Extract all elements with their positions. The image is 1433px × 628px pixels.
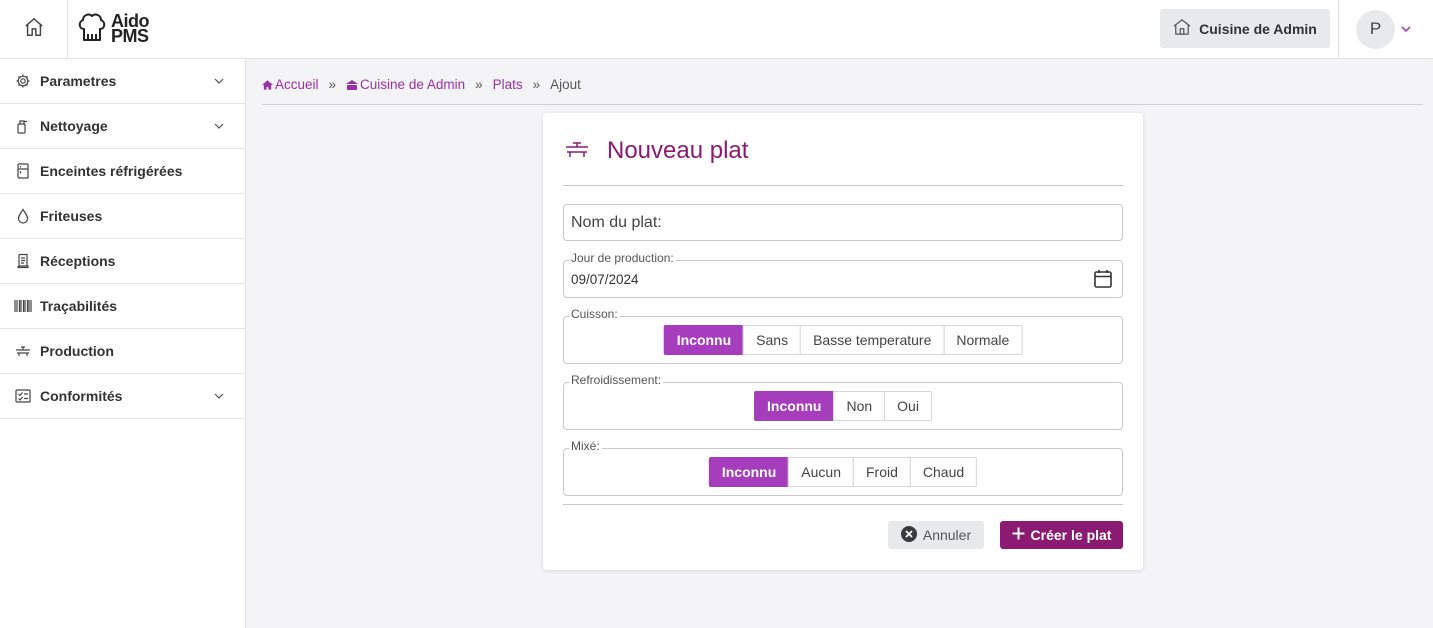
mixe-option-inconnu[interactable]: Inconnu <box>708 457 790 487</box>
house-icon <box>1173 19 1191 38</box>
sidebar-item-tracabilites[interactable]: Traçabilités <box>0 284 245 329</box>
checklist-icon <box>14 387 32 405</box>
dish-icon <box>14 342 32 360</box>
sidebar-item-production[interactable]: Production <box>0 329 245 374</box>
breadcrumb-cuisine[interactable]: Cuisine de Admin <box>346 77 465 92</box>
divider <box>563 185 1123 186</box>
mixe-option-aucun[interactable]: Aucun <box>788 457 854 487</box>
refroidissement-button-group: Inconnu Non Oui <box>754 391 932 421</box>
sidebar-item-parametres[interactable]: Parametres <box>0 59 245 104</box>
cuisson-option-normale[interactable]: Normale <box>943 325 1023 355</box>
sidebar-item-label: Conformités <box>40 388 123 404</box>
plus-icon <box>1012 527 1025 543</box>
home-icon <box>23 16 45 43</box>
breadcrumb-plats[interactable]: Plats <box>493 77 523 92</box>
breadcrumb: Accueil » Cuisine de Admin » Plats » Ajo… <box>262 77 581 92</box>
sidebar-item-label: Réceptions <box>40 253 116 269</box>
sidebar: Parametres Nettoyage Enceintes réfrigéré… <box>0 59 246 628</box>
chevron-down-icon <box>213 120 225 132</box>
production-date-field[interactable]: Jour de production: 09/07/2024 <box>563 251 1123 298</box>
kitchen-icon <box>346 79 359 90</box>
cuisson-option-basse-temperature[interactable]: Basse temperature <box>800 325 945 355</box>
user-initial: P <box>1369 19 1382 38</box>
date-value: 09/07/2024 <box>571 272 639 287</box>
cancel-label: Annuler <box>922 527 972 543</box>
field-label: Cuisson: <box>569 307 620 321</box>
breadcrumb-separator: » <box>475 77 483 92</box>
divider <box>563 504 1123 505</box>
field-label: Jour de production: <box>569 251 676 265</box>
mixe-button-group: Inconnu Aucun Froid Chaud <box>708 457 978 487</box>
breadcrumb-accueil[interactable]: Accueil <box>262 77 319 92</box>
breadcrumb-current: Ajout <box>550 77 581 92</box>
divider <box>262 104 1423 105</box>
refroidissement-option-oui[interactable]: Oui <box>884 391 932 421</box>
dish-name-input[interactable] <box>563 204 1123 241</box>
refroidissement-field: Refroidissement: Inconnu Non Oui <box>563 373 1123 430</box>
cancel-button[interactable]: Annuler <box>888 521 984 549</box>
home-button[interactable] <box>0 0 68 58</box>
sidebar-item-conformites[interactable]: Conformités <box>0 374 245 419</box>
mixe-field: Mixé: Inconnu Aucun Froid Chaud <box>563 439 1123 496</box>
breadcrumb-label: Cuisine de Admin <box>360 77 466 92</box>
mixe-option-froid[interactable]: Froid <box>852 457 911 487</box>
logo-text: Aido PMS <box>111 12 150 46</box>
breadcrumb-label: Plats <box>492 77 523 92</box>
sidebar-item-nettoyage[interactable]: Nettoyage <box>0 104 245 149</box>
field-label: Refroidissement: <box>569 373 664 387</box>
refroidissement-option-non[interactable]: Non <box>833 391 886 421</box>
gear-icon <box>14 72 32 90</box>
breadcrumb-separator: » <box>328 77 337 92</box>
kitchen-selector-button[interactable]: Cuisine de Admin <box>1160 9 1330 48</box>
oil-drop-icon <box>14 207 32 225</box>
user-menu[interactable]: P <box>1338 0 1433 58</box>
app-logo[interactable]: Aido PMS <box>77 11 150 48</box>
cuisson-option-inconnu[interactable]: Inconnu <box>663 325 745 355</box>
receipt-icon <box>14 252 32 270</box>
logo-line-2: PMS <box>111 26 149 46</box>
sidebar-item-enceintes[interactable]: Enceintes réfrigérées <box>0 149 245 194</box>
fridge-icon <box>14 162 32 180</box>
sidebar-item-label: Traçabilités <box>40 298 118 314</box>
refroidissement-option-inconnu[interactable]: Inconnu <box>754 391 835 421</box>
calendar-icon[interactable] <box>1094 269 1112 293</box>
breadcrumb-label: Accueil <box>275 77 319 92</box>
barcode-icon <box>14 297 32 315</box>
sidebar-item-label: Production <box>40 343 114 359</box>
chevron-down-icon <box>213 75 225 87</box>
field-label: Mixé: <box>569 439 602 453</box>
chef-hat-icon <box>77 11 107 48</box>
cuisson-option-sans[interactable]: Sans <box>743 325 802 355</box>
home-icon <box>262 79 273 90</box>
mixe-option-chaud[interactable]: Chaud <box>909 457 978 487</box>
page-title: Nouveau plat <box>607 137 749 164</box>
sidebar-item-label: Friteuses <box>40 208 103 224</box>
chevron-down-icon[interactable] <box>1401 20 1411 38</box>
sidebar-item-friteuses[interactable]: Friteuses <box>0 194 245 239</box>
breadcrumb-separator: » <box>532 77 541 92</box>
top-bar: Aido PMS Cuisine de Admin P <box>0 0 1433 59</box>
spray-bottle-icon <box>14 117 32 135</box>
chevron-down-icon <box>213 390 225 402</box>
create-label: Créer le plat <box>1030 527 1112 543</box>
dish-icon <box>563 138 591 165</box>
sidebar-item-label: Enceintes réfrigérées <box>40 163 183 179</box>
cuisson-button-group: Inconnu Sans Basse temperature Normale <box>663 325 1023 355</box>
kitchen-label: Cuisine de Admin <box>1199 20 1317 37</box>
sidebar-item-label: Parametres <box>40 73 117 89</box>
sidebar-item-label: Nettoyage <box>40 118 108 134</box>
card-header: Nouveau plat <box>563 131 748 171</box>
sidebar-item-receptions[interactable]: Réceptions <box>0 239 245 284</box>
cuisson-field: Cuisson: Inconnu Sans Basse temperature … <box>563 307 1123 364</box>
create-dish-button[interactable]: Créer le plat <box>1000 521 1123 549</box>
close-circle-icon <box>900 525 917 545</box>
avatar[interactable]: P <box>1356 9 1395 49</box>
new-dish-card: Nouveau plat Jour de production: 09/07/2… <box>543 113 1143 570</box>
